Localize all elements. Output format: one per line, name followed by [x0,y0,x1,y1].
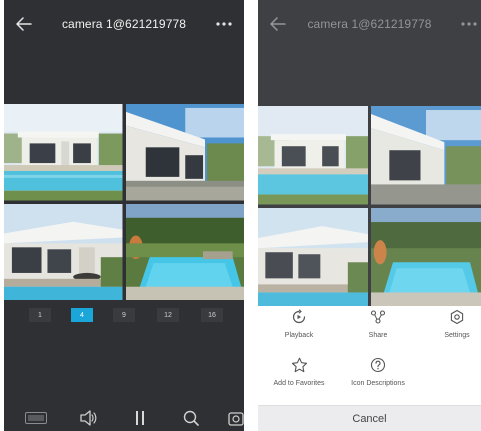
camera-feed-2[interactable] [371,106,481,205]
icon-descriptions-action[interactable]: Icon Descriptions [341,356,415,387]
playback-icon [290,308,308,326]
live-toolbar [4,402,244,431]
camera-title: camera 1@621219778 [307,17,432,31]
add-to-favorites-action[interactable]: Add to Favorites [262,356,336,387]
more-dots-icon[interactable] [457,14,481,34]
camera-feed-2[interactable] [125,104,244,201]
pause-icon[interactable] [130,408,150,428]
page-button-9[interactable]: 9 [113,308,135,322]
speaker-icon[interactable] [76,408,100,428]
camera-title: camera 1@621219778 [61,17,187,31]
camera-grid [4,104,244,300]
top-bar: camera 1@621219778 [258,0,481,50]
live-view-screen-with-menu: camera 1@621219778 Playback Share Settin… [258,0,481,431]
share-action[interactable]: Share [341,308,415,339]
share-icon [369,308,387,326]
action-sheet: Playback Share Settings Add to Favorites… [258,306,481,431]
help-icon [369,356,387,374]
playback-label: Playback [284,332,314,339]
camera-feed-3[interactable] [258,207,368,306]
top-bar: camera 1@621219778 [4,0,244,50]
cancel-button[interactable]: Cancel [258,405,481,431]
settings-icon [448,308,466,326]
cancel-label: Cancel [352,412,387,425]
sd-quality-icon[interactable] [24,408,48,428]
zoom-icon[interactable] [180,408,202,428]
camera-grid [258,106,481,306]
page-button-4[interactable]: 4 [71,308,93,322]
camera-feed-4[interactable] [125,203,244,300]
grid-layout-pager: 1 4 9 12 16 [4,308,244,324]
page-button-12[interactable]: 12 [157,308,179,322]
playback-action[interactable]: Playback [262,308,336,339]
more-dots-icon[interactable] [212,14,236,34]
live-view-screen: camera 1@621219778 1 4 9 12 16 [4,0,244,431]
camera-feed-1[interactable] [4,104,123,201]
page-button-1[interactable]: 1 [29,308,51,322]
share-label: Share [368,332,388,339]
add-to-favorites-label: Add to Favorites [273,380,325,387]
snapshot-icon[interactable] [228,408,244,428]
camera-feed-1[interactable] [258,106,368,205]
icon-descriptions-label: Icon Descriptions [351,380,405,387]
star-icon [290,356,308,374]
camera-feed-3[interactable] [4,203,123,300]
settings-action[interactable]: Settings [420,308,481,339]
page-button-16[interactable]: 16 [201,308,223,322]
camera-feed-4[interactable] [371,207,481,306]
settings-label: Settings [444,332,470,339]
